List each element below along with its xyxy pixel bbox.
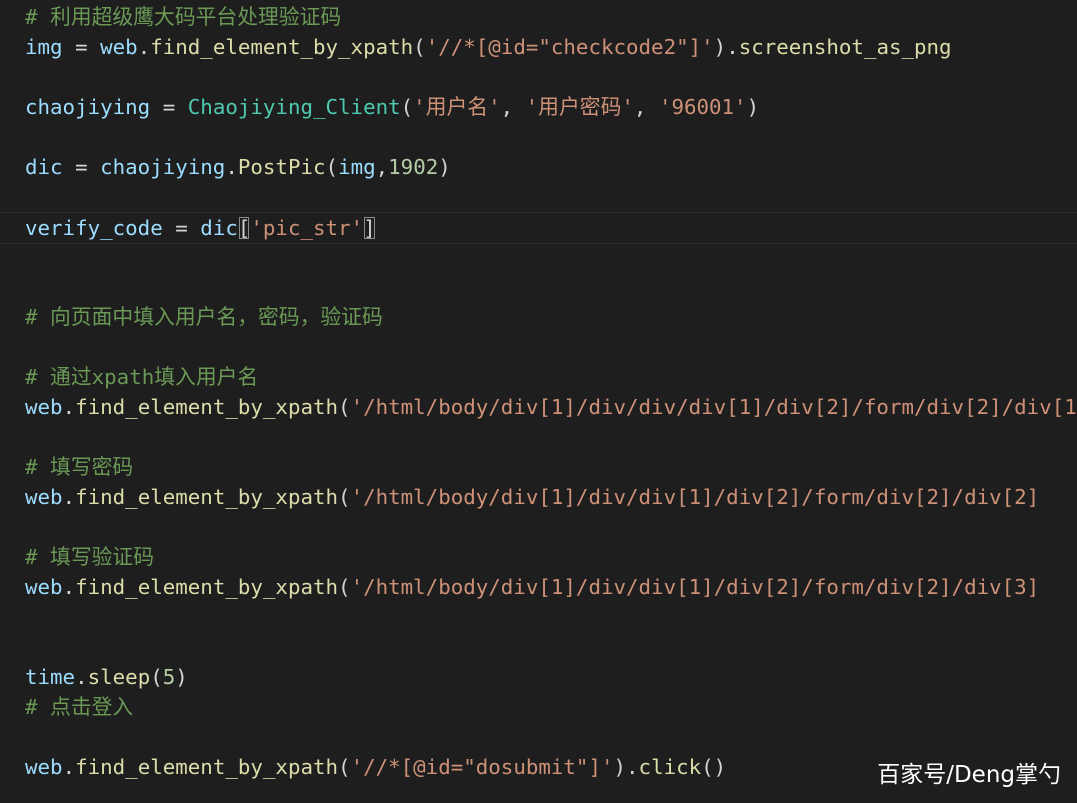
comment-token: # 填写密码 — [25, 455, 134, 479]
punctuation-token: . — [225, 155, 238, 179]
code-line-comment-login[interactable]: # 点击登入 — [25, 692, 133, 722]
string-token: '用户密码' — [525, 95, 634, 119]
class-token: Chaojiying_Client — [187, 95, 401, 119]
string-token: '96001' — [658, 95, 747, 119]
code-line-password-xpath[interactable]: web.find_element_by_xpath('/html/body/di… — [25, 482, 1039, 512]
punctuation-token: ). — [613, 755, 639, 779]
code-line-chaojiying[interactable]: chaojiying = Chaojiying_Client('用户名', '用… — [25, 92, 759, 122]
string-token: '//*[@id="dosubmit"]' — [350, 755, 614, 779]
punctuation-token: ( — [325, 155, 339, 179]
punctuation-token: ( — [150, 665, 163, 689]
matched-bracket-token: [ — [237, 216, 251, 240]
comment-token: # 填写验证码 — [25, 545, 155, 569]
code-line-captcha-xpath[interactable]: web.find_element_by_xpath('/html/body/di… — [25, 572, 1039, 602]
identifier-token: time — [25, 665, 76, 689]
punctuation-token: , — [500, 95, 526, 119]
identifier-token: web — [100, 35, 138, 59]
operator-token: = — [150, 95, 188, 119]
identifier-token: web — [25, 485, 63, 509]
comment-token: # 向页面中填入用户名，密码，验证码 — [25, 305, 383, 329]
punctuation-token: . — [137, 35, 151, 59]
punctuation-token: ( — [338, 485, 351, 509]
identifier-token: web — [25, 575, 63, 599]
code-line-comment-captcha-fill[interactable]: # 填写验证码 — [25, 542, 154, 572]
punctuation-token: () — [701, 755, 727, 779]
function-token: find_element_by_xpath — [75, 755, 339, 779]
string-token: '用户名' — [413, 95, 501, 119]
watermark-text: 百家号/Deng掌勺 — [877, 762, 1061, 788]
identifier-token: img — [25, 35, 63, 59]
comment-token: # 通过xpath填入用户名 — [25, 365, 259, 389]
code-line-sleep[interactable]: time.sleep(5) — [25, 662, 188, 692]
code-line-username-xpath[interactable]: web.find_element_by_xpath('/html/body/di… — [25, 392, 1077, 422]
code-line-comment-fill-page[interactable]: # 向页面中填入用户名，密码，验证码 — [25, 302, 383, 332]
punctuation-token: , — [375, 155, 389, 179]
punctuation-token: . — [62, 575, 76, 599]
identifier-token: chaojiying — [25, 95, 151, 119]
function-token: find_element_by_xpath — [150, 35, 414, 59]
string-token: '/html/body/div[1]/div/div[1]/div[2]/for… — [350, 485, 1040, 509]
punctuation-token: . — [62, 395, 76, 419]
function-token: click — [638, 755, 702, 779]
identifier-token: verify_code — [25, 216, 163, 240]
string-token: '/html/body/div[1]/div/div/div[1]/div[2]… — [350, 395, 1077, 419]
operator-token: = — [62, 155, 101, 179]
punctuation-token: . — [75, 665, 88, 689]
punctuation-token: . — [62, 485, 76, 509]
operator-token: = — [62, 35, 101, 59]
identifier-token: web — [25, 755, 63, 779]
comment-token: # 利用超级鹰大码平台处理验证码 — [25, 5, 342, 29]
punctuation-token: ) — [175, 665, 188, 689]
operator-token: = — [162, 216, 201, 240]
string-token: '/html/body/div[1]/div/div[1]/div[2]/for… — [350, 575, 1040, 599]
punctuation-token: ( — [400, 95, 414, 119]
function-token: find_element_by_xpath — [75, 395, 339, 419]
punctuation-token: ( — [338, 395, 351, 419]
code-line-dic[interactable]: dic = chaojiying.PostPic(img,1902) — [25, 152, 451, 182]
punctuation-token: ( — [413, 35, 426, 59]
punctuation-token: ) — [438, 155, 451, 179]
comment-token: # 点击登入 — [25, 695, 134, 719]
identifier-token: dic — [200, 216, 238, 240]
punctuation-token: ( — [338, 755, 351, 779]
identifier-token: dic — [25, 155, 63, 179]
punctuation-token: ( — [338, 575, 351, 599]
code-line-img[interactable]: img = web.find_element_by_xpath('//*[@id… — [25, 32, 952, 62]
matched-bracket-token: ] — [363, 216, 376, 240]
code-editor[interactable]: # 利用超级鹰大码平台处理验证码 img = web.find_element_… — [0, 0, 1077, 803]
identifier-token: chaojiying — [100, 155, 226, 179]
punctuation-token: ). — [713, 35, 739, 59]
function-token: find_element_by_xpath — [75, 575, 339, 599]
number-token: 5 — [162, 665, 176, 689]
punctuation-token: ) — [746, 95, 760, 119]
function-token: screenshot_as_png — [738, 35, 952, 59]
function-token: find_element_by_xpath — [75, 485, 339, 509]
string-token: 'pic_str' — [250, 216, 364, 240]
punctuation-token: . — [62, 755, 76, 779]
number-token: 1902 — [388, 155, 439, 179]
code-line-comment-captcha[interactable]: # 利用超级鹰大码平台处理验证码 — [25, 2, 341, 32]
code-line-verify-code-current[interactable]: verify_code = dic['pic_str'] — [0, 212, 1077, 244]
punctuation-token: , — [633, 95, 659, 119]
code-line-submit-click[interactable]: web.find_element_by_xpath('//*[@id="dosu… — [25, 752, 726, 782]
identifier-token: img — [338, 155, 376, 179]
string-token: '//*[@id="checkcode2"]' — [425, 35, 714, 59]
code-line-comment-username[interactable]: # 通过xpath填入用户名 — [25, 362, 258, 392]
identifier-token: web — [25, 395, 63, 419]
function-token: PostPic — [237, 155, 326, 179]
code-line-comment-password[interactable]: # 填写密码 — [25, 452, 133, 482]
function-token: sleep — [87, 665, 151, 689]
